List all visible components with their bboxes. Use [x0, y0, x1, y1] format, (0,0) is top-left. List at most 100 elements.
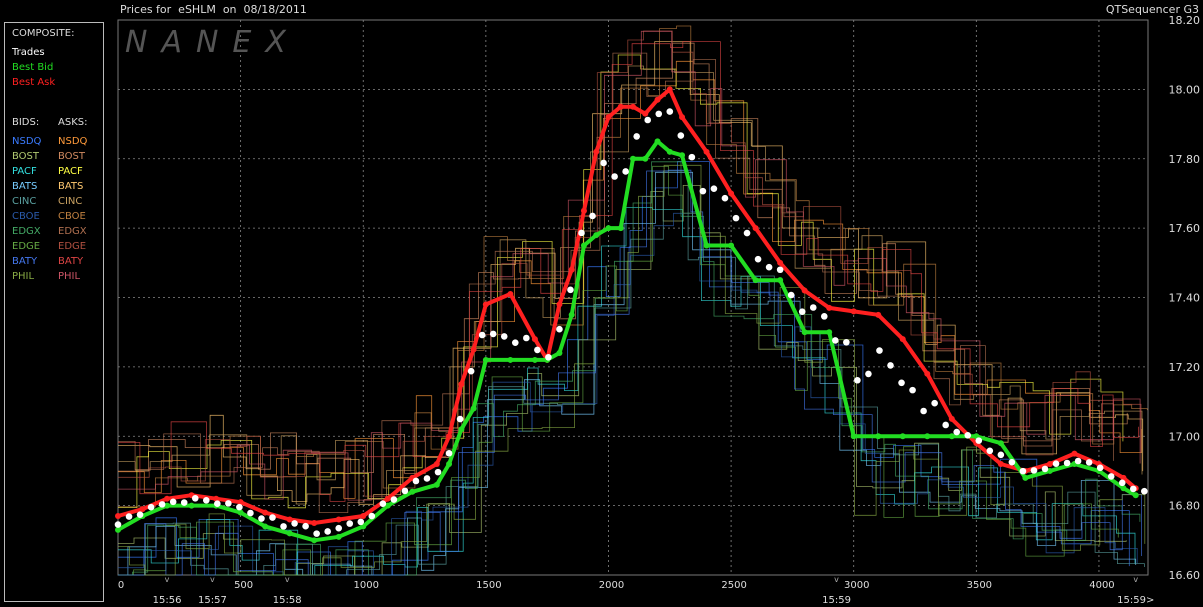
- trade-point: [743, 229, 751, 237]
- x-tick-label: 0: [118, 580, 124, 591]
- time-label: 15:59: [822, 595, 851, 606]
- data-point: [470, 346, 477, 353]
- trade-point: [534, 346, 541, 354]
- trade-point: [401, 487, 409, 495]
- trade-point: [412, 477, 420, 485]
- trade-point: [247, 509, 254, 517]
- trade-point: [180, 499, 188, 506]
- trade-point: [169, 498, 177, 506]
- trade-point: [511, 339, 519, 346]
- data-point: [826, 329, 833, 336]
- trade-point: [236, 503, 243, 511]
- data-point: [433, 481, 440, 488]
- trade-point: [280, 523, 287, 530]
- data-point: [642, 110, 649, 117]
- time-label: 15:57: [198, 595, 227, 606]
- trade-point: [302, 522, 309, 530]
- trade-point: [158, 501, 166, 508]
- data-point: [482, 356, 489, 363]
- trade-point: [578, 229, 585, 237]
- trade-point: [865, 370, 872, 378]
- data-point: [139, 506, 146, 513]
- x-tick-label: 3500: [967, 580, 992, 591]
- trade-point: [776, 266, 784, 274]
- data-point: [801, 287, 808, 294]
- data-point: [458, 426, 465, 433]
- data-point: [899, 433, 906, 440]
- time-marker: v: [834, 575, 839, 584]
- trade-point: [390, 496, 398, 503]
- data-point: [482, 301, 489, 308]
- trade-point: [953, 428, 961, 436]
- data-point: [924, 370, 931, 377]
- trade-point: [765, 263, 773, 271]
- trade-point: [820, 313, 828, 320]
- data-point: [531, 336, 538, 343]
- trade-point: [379, 500, 387, 508]
- trade-point: [798, 308, 806, 315]
- trade-point: [754, 255, 762, 263]
- y-tick-label: 17.60: [1169, 222, 1201, 235]
- data-point: [679, 114, 686, 121]
- trade-point: [622, 168, 629, 175]
- data-point: [997, 440, 1004, 447]
- data-point: [875, 311, 882, 318]
- trade-point: [225, 500, 232, 507]
- trade-point: [1030, 467, 1038, 474]
- y-tick-label: 17.20: [1169, 361, 1201, 374]
- data-point: [703, 242, 710, 249]
- data-point: [924, 433, 931, 440]
- data-point: [164, 495, 171, 502]
- data-point: [556, 301, 563, 308]
- trade-point: [633, 133, 640, 140]
- data-point: [507, 356, 514, 363]
- time-label: 15:56: [153, 595, 182, 606]
- trade-point: [523, 334, 530, 342]
- y-tick-label: 18.00: [1169, 83, 1201, 96]
- trade-point: [975, 437, 983, 444]
- trade-point: [986, 447, 994, 455]
- trade-point: [732, 214, 740, 222]
- data-point: [188, 502, 195, 509]
- trade-point: [467, 367, 475, 375]
- trade-point: [346, 520, 354, 527]
- y-tick-label: 17.80: [1169, 153, 1201, 166]
- price-chart: NANEX 16.60 16.80 17.00 17.20 17.40 17.60 17.8…: [114, 14, 1201, 606]
- trade-point: [600, 159, 607, 167]
- data-point: [654, 138, 661, 145]
- trade-point: [1063, 459, 1071, 467]
- data-point: [335, 533, 342, 540]
- data-point: [899, 336, 906, 343]
- data-point: [409, 488, 416, 495]
- trade-point: [456, 415, 464, 423]
- trade-point: [920, 407, 927, 415]
- data-point: [311, 519, 318, 526]
- data-point: [850, 433, 857, 440]
- x-tick-label: 2000: [599, 580, 624, 591]
- x-tick-label: 1000: [354, 580, 379, 591]
- trade-point: [666, 108, 674, 115]
- data-point: [997, 461, 1004, 467]
- data-point: [507, 291, 514, 298]
- data-point: [654, 96, 661, 103]
- y-tick-label: 16.80: [1169, 500, 1201, 513]
- data-point: [568, 311, 575, 318]
- trade-point: [324, 528, 331, 535]
- trade-point: [434, 468, 442, 476]
- time-marker: v: [1133, 575, 1138, 584]
- y-tick-label: 17.00: [1169, 430, 1201, 443]
- data-point: [593, 148, 600, 155]
- trade-point: [964, 431, 972, 439]
- data-point: [801, 329, 808, 336]
- trade-point: [313, 530, 320, 537]
- trade-point: [269, 514, 276, 521]
- data-point: [433, 461, 440, 467]
- trade-point: [854, 376, 861, 384]
- data-point: [311, 537, 318, 544]
- trade-point: [1074, 457, 1082, 465]
- trade-point: [423, 475, 431, 482]
- data-point: [286, 516, 293, 523]
- data-point: [593, 232, 600, 239]
- data-point: [458, 381, 465, 388]
- trade-point: [556, 325, 563, 333]
